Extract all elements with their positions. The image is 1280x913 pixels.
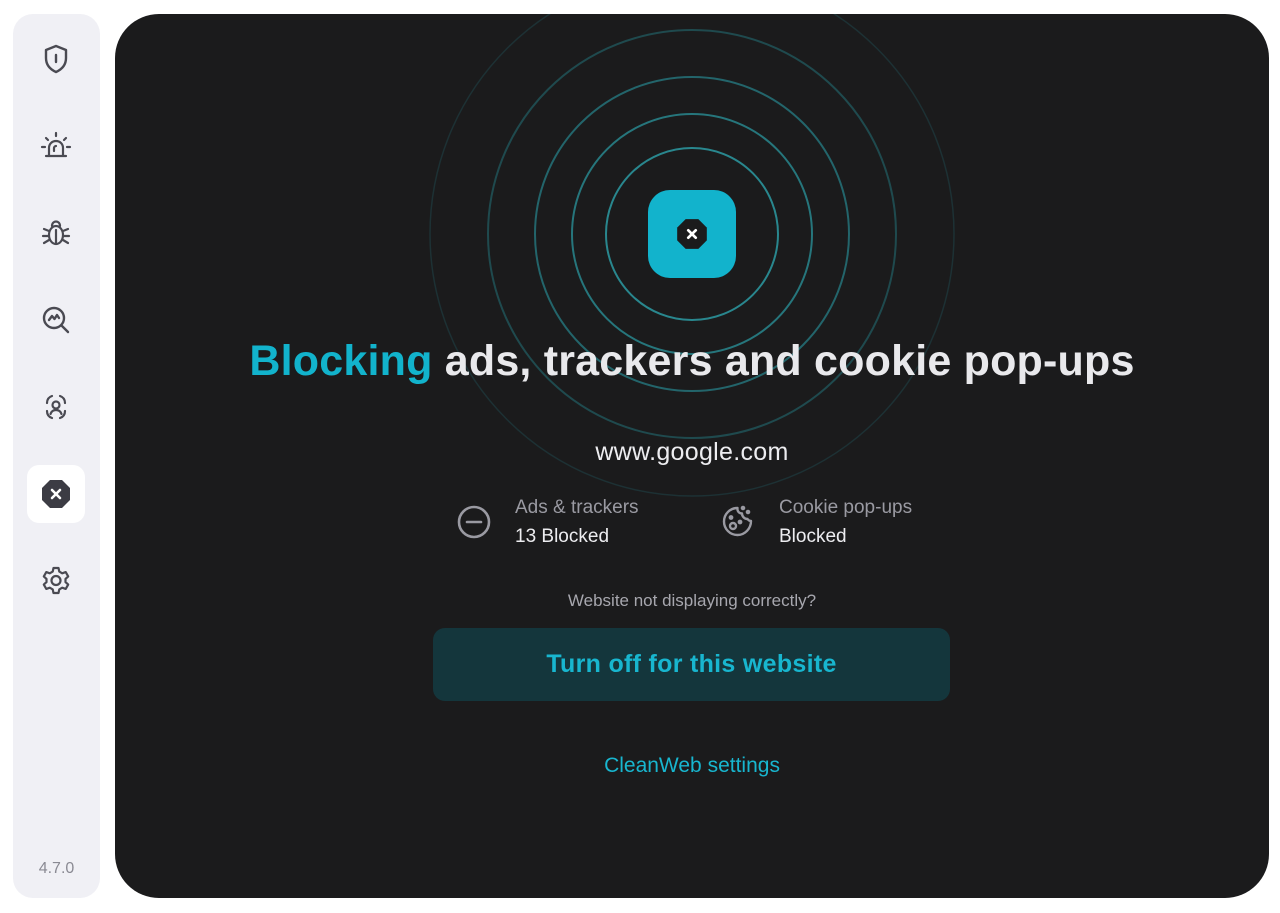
turn-off-button[interactable]: Turn off for this website: [433, 628, 950, 701]
stat-value: 13 Blocked: [515, 526, 610, 547]
bug-icon: [41, 220, 71, 246]
minus-circle-icon: [457, 505, 491, 539]
gear-icon: [42, 566, 70, 595]
alarm-light-icon: [40, 131, 72, 158]
app-version: 4.7.0: [38, 860, 75, 877]
title-rest: ads, trackers and cookie pop-ups: [432, 337, 1135, 385]
title-accent: Blocking: [249, 337, 433, 385]
sidebar: 4.7.0: [13, 14, 100, 898]
nav-item-alerts[interactable]: [27, 117, 85, 175]
cookie-icon: [722, 505, 753, 537]
nav-item-search[interactable]: [27, 291, 85, 349]
help-text: Website not displaying correctly?: [567, 591, 817, 610]
nav-item-settings[interactable]: [27, 552, 85, 610]
stat-value: Blocked: [779, 526, 847, 547]
nav-item-cleanweb[interactable]: [27, 465, 85, 523]
shield-icon: [44, 44, 68, 74]
cleanweb-panel: Blocking ads, trackers and cookie pop-up…: [115, 14, 1269, 898]
nav-item-antivirus[interactable]: [27, 30, 85, 88]
search-scan-icon: [42, 306, 70, 334]
stat-label: Ads & trackers: [515, 497, 639, 518]
stat-label: Cookie pop-ups: [779, 497, 913, 518]
block-octagon-icon: [677, 219, 707, 249]
nav-item-malware[interactable]: [27, 204, 85, 262]
current-site: www.google.com: [595, 438, 789, 466]
cleanweb-badge: [648, 190, 736, 278]
page-title: Blocking ads, trackers and cookie pop-up…: [115, 337, 1269, 386]
cleanweb-settings-link[interactable]: CleanWeb settings: [115, 754, 1269, 778]
block-octagon-icon: [42, 480, 70, 508]
face-scan-icon: [45, 394, 67, 420]
nav-item-identity[interactable]: [27, 378, 85, 436]
